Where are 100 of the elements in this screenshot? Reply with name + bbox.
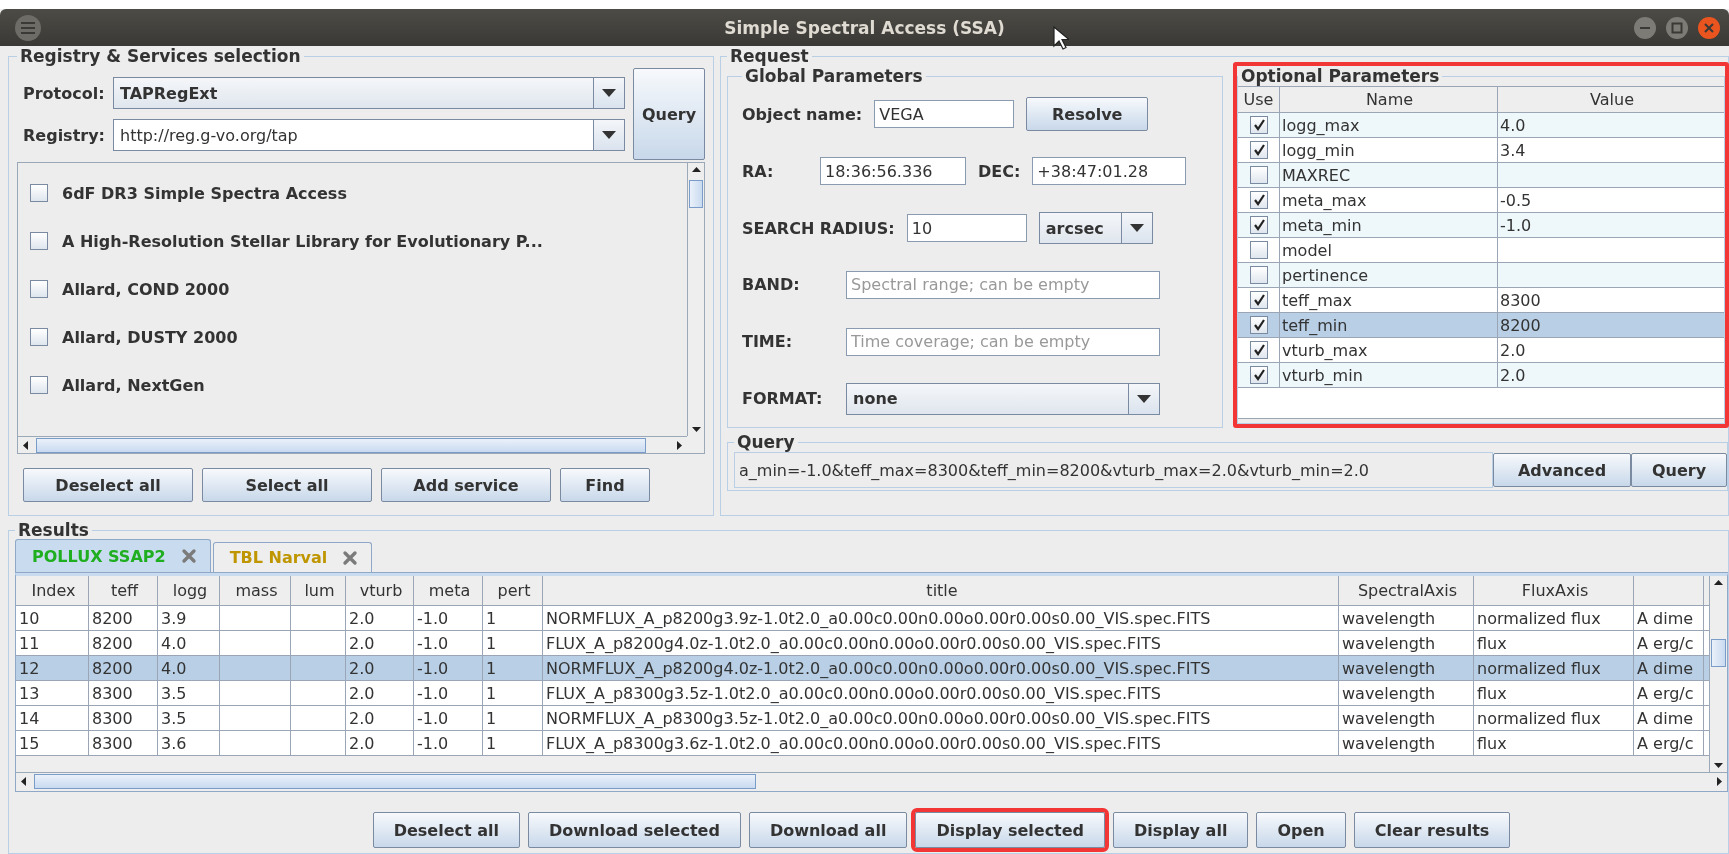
table-cell: 4.0	[158, 656, 220, 680]
table-cell: A erg/c	[1634, 731, 1704, 755]
parameter-row[interactable]: vturb_min 2.0	[1238, 363, 1724, 388]
caret-icon[interactable]	[1129, 224, 1144, 233]
advanced-button[interactable]: Advanced	[1493, 453, 1631, 487]
result-row[interactable]: 13 8300 3.5 2.0 -1.0 1 FLUX_A_p8300g3.5z-1.0t2.0_a0.00c0.00n0.00o0.00r0.00s0.00_VIS.spec.FITS wavelength flux A erg/c	[16, 681, 1709, 706]
table-cell: logg_max	[1280, 113, 1498, 137]
checkbox[interactable]	[1249, 116, 1268, 134]
panel-button[interactable]: Select all	[202, 468, 372, 502]
minimize-icon[interactable]	[1633, 16, 1657, 40]
column-header[interactable]: SpectralAxis	[1339, 576, 1474, 605]
vertical-scrollbar[interactable]	[687, 163, 704, 436]
column-header[interactable]: Index	[16, 576, 89, 605]
search-radius-field[interactable]: 10	[906, 214, 1027, 243]
close-tab-icon[interactable]	[341, 548, 360, 567]
band-field[interactable]: Spectral range; can be empty	[846, 270, 1160, 299]
query-button[interactable]: Query	[1631, 453, 1727, 487]
table-cell: 4.0	[158, 631, 220, 655]
service-name[interactable]: Allard, COND 2000	[62, 279, 230, 299]
table-cell: model	[1280, 238, 1498, 262]
field-label: SEARCH RADIUS:	[742, 218, 895, 238]
checkbox[interactable]	[1249, 241, 1268, 259]
checkbox[interactable]	[1249, 366, 1268, 384]
table-cell: 2.0	[346, 681, 414, 705]
parameter-row[interactable]: logg_max 4.0	[1238, 113, 1724, 138]
panel-button[interactable]: Add service	[381, 468, 551, 502]
unit-dropdown[interactable]: arcsec	[1038, 212, 1153, 245]
close-icon[interactable]	[1697, 16, 1721, 40]
checkbox[interactable]	[30, 376, 48, 394]
column-header[interactable]: vturb	[346, 576, 414, 605]
column-header[interactable]: lum	[291, 576, 346, 605]
parameter-row[interactable]: vturb_max 2.0	[1238, 338, 1724, 363]
result-row[interactable]: 11 8200 4.0 2.0 -1.0 1 FLUX_A_p8200g4.0z-1.0t2.0_a0.00c0.00n0.00o0.00r0.00s0.00_VIS.spec.FITS wavelength flux A erg/c	[16, 631, 1709, 656]
checkbox[interactable]	[1249, 166, 1268, 184]
menu-icon[interactable]	[14, 14, 42, 42]
table-cell: -1.0	[414, 606, 483, 630]
ra-field[interactable]: 18:36:56.336	[820, 157, 966, 186]
checkbox[interactable]	[1249, 341, 1268, 359]
parameter-row[interactable]: MAXREC	[1238, 163, 1724, 188]
query-button[interactable]: Query	[633, 68, 705, 160]
column-header[interactable]: Name	[1280, 87, 1498, 112]
format-dropdown[interactable]: none	[846, 382, 1160, 415]
column-header[interactable]: pert	[483, 576, 543, 605]
query-field[interactable]: a_min=-1.0&teff_max=8300&teff_min=8200&vturb_max=2.0&vturb_min=2.0	[734, 452, 1493, 488]
checkbox[interactable]	[30, 280, 48, 298]
panel-button[interactable]: Find	[560, 468, 650, 502]
protocol-dropdown[interactable]: TAPRegExt	[113, 77, 625, 109]
scroll-thumb[interactable]	[689, 180, 703, 208]
caret-icon[interactable]	[1137, 394, 1151, 403]
scroll-thumb[interactable]	[36, 438, 646, 453]
caret-icon[interactable]	[602, 89, 616, 97]
result-row[interactable]: 10 8200 3.9 2.0 -1.0 1 NORMFLUX_A_p8200g3.9z-1.0t2.0_a0.00c0.00n0.00o0.00r0.00s0.00_VIS.spec.FITS wavelength normalized flux A dime	[16, 606, 1709, 631]
service-name[interactable]: Allard, DUSTY 2000	[62, 327, 238, 347]
checkbox[interactable]	[1249, 316, 1268, 334]
result-row[interactable]: 15 8300 3.6 2.0 -1.0 1 FLUX_A_p8300g3.6z-1.0t2.0_a0.00c0.00n0.00o0.00r0.00s0.00_VIS.spec.FITS wavelength flux A erg/c	[16, 731, 1709, 756]
registry-dropdown[interactable]: http://reg.g-vo.org/tap	[113, 119, 625, 151]
horizontal-scrollbar[interactable]	[18, 436, 687, 453]
table-cell: 13	[16, 681, 89, 705]
parameter-row[interactable]: pertinence	[1238, 263, 1724, 288]
service-name[interactable]: A High-Resolution Stellar Library for Evolutionary P...	[62, 231, 543, 251]
column-header[interactable]: FluxAxis	[1474, 576, 1634, 605]
horizontal-scrollbar[interactable]	[16, 772, 1727, 791]
checkbox[interactable]	[30, 232, 48, 250]
parameter-row[interactable]: logg_min 3.4	[1238, 138, 1724, 163]
checkbox[interactable]	[1249, 216, 1268, 234]
parameter-row[interactable]: meta_min -1.0	[1238, 213, 1724, 238]
scroll-thumb[interactable]	[1711, 639, 1726, 667]
dec-field[interactable]: +38:47:01.28	[1032, 157, 1187, 186]
checkbox[interactable]	[30, 328, 48, 346]
maximize-icon[interactable]	[1665, 16, 1689, 40]
resolve-button[interactable]: Resolve	[1026, 97, 1149, 132]
parameter-row[interactable]: model	[1238, 238, 1724, 263]
checkbox[interactable]	[1249, 191, 1268, 209]
caret-icon[interactable]	[602, 131, 616, 139]
window-title: Simple Spectral Access (SSA)	[724, 17, 1005, 38]
panel-button[interactable]: Deselect all	[23, 468, 193, 502]
column-header[interactable]: Value	[1498, 87, 1724, 112]
result-row[interactable]: 14 8300 3.5 2.0 -1.0 1 NORMFLUX_A_p8300g3.5z-1.0t2.0_a0.00c0.00n0.00o0.00r0.00s0.00_VIS.spec.FITS wavelength normalized flux A dime	[16, 706, 1709, 731]
column-header[interactable]: teff	[89, 576, 158, 605]
column-header[interactable]: mass	[220, 576, 291, 605]
parameter-row[interactable]: teff_max 8300	[1238, 288, 1724, 313]
vertical-scrollbar[interactable]	[1709, 576, 1727, 772]
checkbox[interactable]	[1249, 141, 1268, 159]
object-name-field[interactable]: VEGA	[874, 100, 1015, 129]
scroll-thumb[interactable]	[34, 774, 757, 789]
column-header[interactable]: Use	[1238, 87, 1280, 112]
column-header[interactable]: logg	[158, 576, 220, 605]
table-cell: FLUX_A_p8300g3.6z-1.0t2.0_a0.00c0.00n0.00o0.00r0.00s0.00_VIS.spec.FITS	[543, 731, 1339, 755]
result-row[interactable]: 12 8200 4.0 2.0 -1.0 1 NORMFLUX_A_p8200g4.0z-1.0t2.0_a0.00c0.00n0.00o0.00r0.00s0.00_VIS.spec.FITS wavelength normalized flux A dime	[16, 656, 1709, 681]
column-header[interactable]: title	[543, 576, 1339, 605]
checkbox[interactable]	[1249, 266, 1268, 284]
time-field[interactable]: Time coverage; can be empty	[846, 327, 1160, 356]
parameter-row[interactable]: meta_max -0.5	[1238, 188, 1724, 213]
column-header[interactable]: meta	[414, 576, 483, 605]
close-tab-icon[interactable]	[179, 547, 198, 565]
service-name[interactable]: 6dF DR3 Simple Spectra Access	[62, 183, 347, 203]
checkbox[interactable]	[30, 184, 48, 202]
parameter-row[interactable]: teff_min 8200	[1238, 313, 1724, 338]
checkbox[interactable]	[1249, 291, 1268, 309]
service-name[interactable]: Allard, NextGen	[62, 375, 205, 395]
